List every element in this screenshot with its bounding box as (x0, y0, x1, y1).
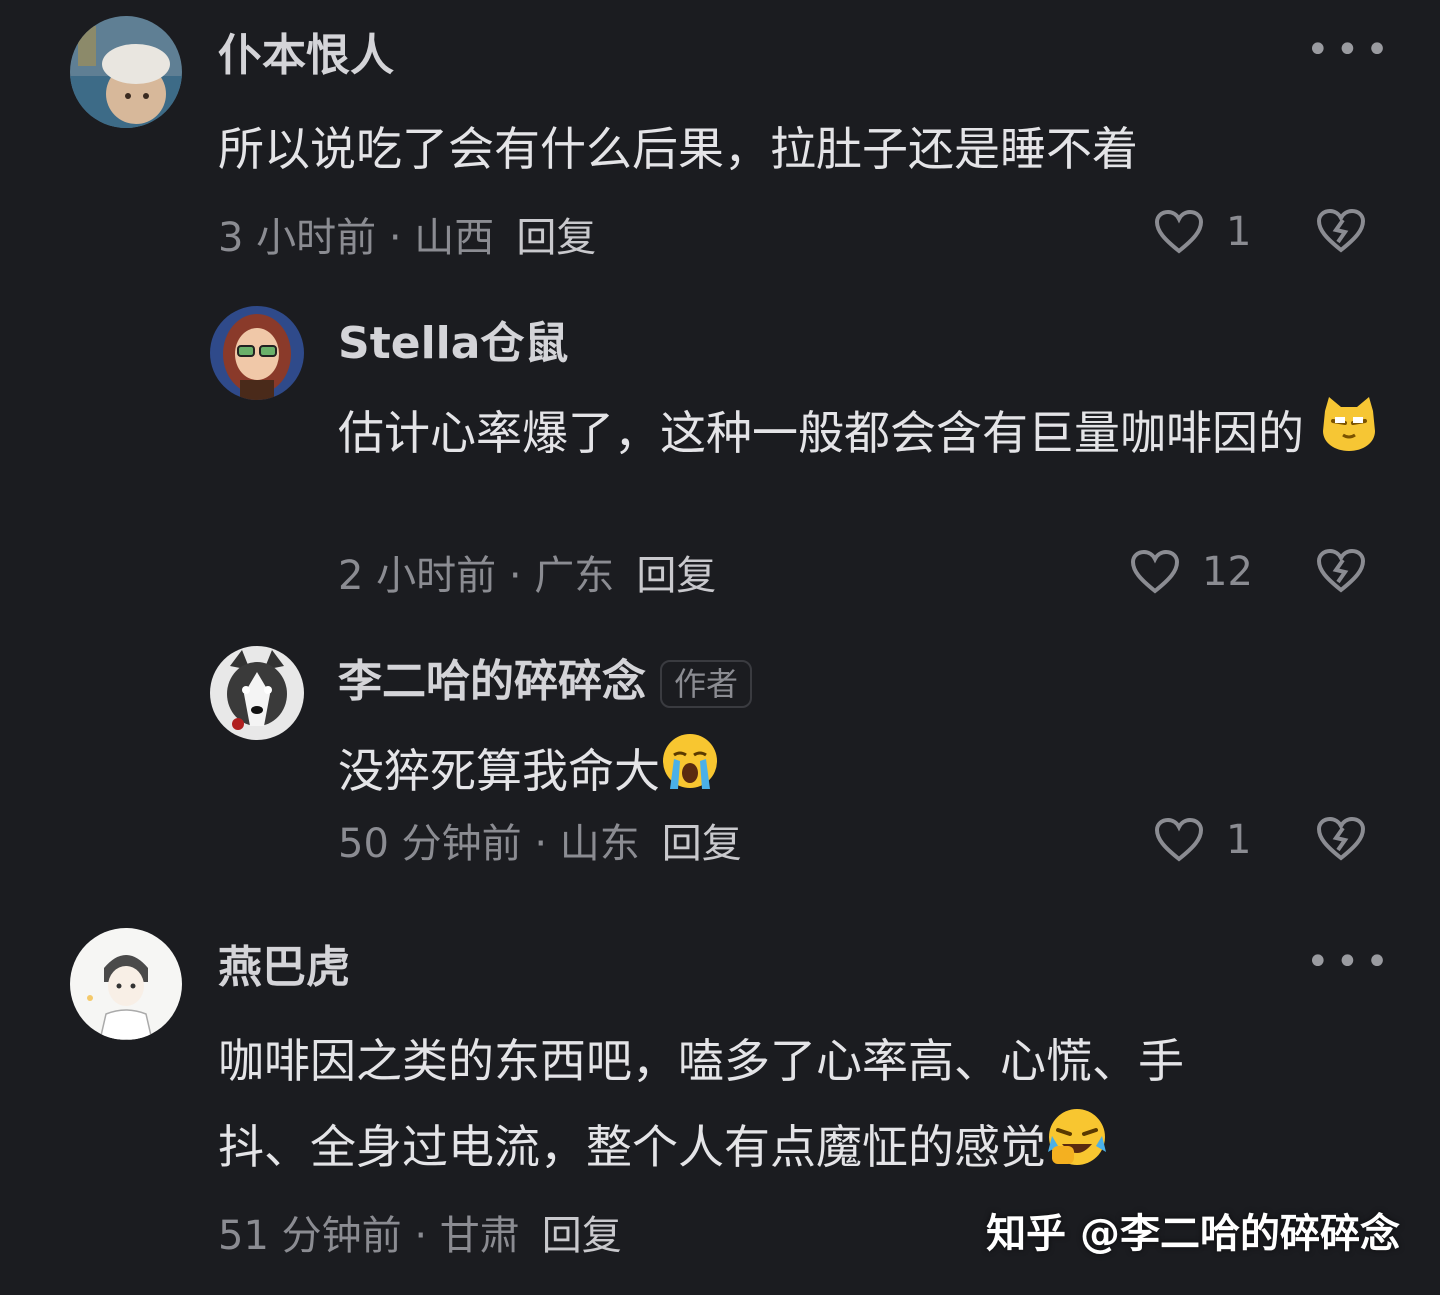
username-text: 李二哈的碎碎念 (338, 656, 646, 707)
like-button[interactable]: 12 (1130, 548, 1253, 596)
heart-icon (1154, 817, 1204, 862)
reply-button[interactable]: 回复 (516, 215, 596, 261)
more-dots-icon[interactable]: ••• (1306, 30, 1395, 70)
cat-smirk-emoji-icon (1319, 393, 1379, 480)
crying-face-emoji-icon (660, 731, 720, 818)
comment-text: 所以说吃了会有什么后果，拉肚子还是睡不着 (218, 122, 1138, 176)
like-button[interactable]: 1 (1154, 208, 1251, 256)
comment-text-line-2-body: 抖、全身过电流，整个人有点魔怔的感觉 (218, 1120, 1046, 1174)
dislike-button[interactable] (1316, 816, 1366, 866)
like-button[interactable]: 1 (1154, 816, 1251, 864)
avatar[interactable] (210, 646, 304, 740)
timestamp-location: 51 分钟前 · 甘肃 (218, 1213, 520, 1259)
dislike-button[interactable] (1316, 548, 1366, 598)
avatar[interactable] (70, 16, 182, 128)
reply-button[interactable]: 回复 (662, 821, 742, 867)
comment-text-line-2: 抖、全身过电流，整个人有点魔怔的感觉 (218, 1104, 1398, 1195)
dislike-button[interactable] (1316, 208, 1366, 258)
timestamp-location: 2 小时前 · 广东 (338, 553, 615, 599)
reply-button[interactable]: 回复 (636, 553, 716, 599)
like-count: 1 (1226, 817, 1252, 863)
laughing-tears-emoji-icon (1046, 1106, 1108, 1195)
broken-heart-icon (1316, 548, 1366, 593)
avatar[interactable] (210, 306, 304, 400)
comment-meta: 3 小时前 · 山西 回复 (218, 214, 596, 262)
broken-heart-icon (1316, 816, 1366, 861)
comment-meta: 50 分钟前 · 山东 回复 (338, 820, 742, 868)
heart-icon (1154, 209, 1204, 254)
like-count: 12 (1202, 549, 1253, 595)
avatar[interactable] (70, 928, 182, 1040)
username[interactable]: 李二哈的碎碎念 作者 (338, 656, 753, 708)
comment-text: 估计心率爆了，这种一般都会含有巨量咖啡因的 (338, 390, 1398, 480)
comment-text-body: 没猝死算我命大 (338, 744, 660, 798)
avatar-husky-image (210, 646, 304, 740)
author-badge: 作者 (660, 660, 753, 708)
comment-meta: 2 小时前 · 广东 回复 (338, 552, 716, 600)
timestamp-location: 50 分钟前 · 山东 (338, 821, 640, 867)
username[interactable]: Stella仓鼠 (338, 318, 568, 370)
broken-heart-icon (1316, 208, 1366, 253)
comment-text-body: 估计心率爆了，这种一般都会含有巨量咖啡因的 (338, 406, 1304, 460)
reply-button[interactable]: 回复 (542, 1213, 622, 1259)
comment-text-line-1: 咖啡因之类的东西吧，嗑多了心率高、心慌、手 (218, 1034, 1184, 1088)
comment-text: 没猝死算我命大 (338, 728, 720, 818)
comment-meta: 51 分钟前 · 甘肃 回复 (218, 1212, 622, 1260)
avatar-boy-image (70, 928, 182, 1040)
timestamp-location: 3 小时前 · 山西 (218, 215, 495, 261)
comment-text: 咖啡因之类的东西吧，嗑多了心率高、心慌、手 抖、全身过电流，整个人有点魔怔的感觉 (218, 1018, 1398, 1195)
like-count: 1 (1226, 209, 1252, 255)
username[interactable]: 仆本恨人 (218, 30, 394, 82)
avatar-grandma-image (70, 16, 182, 128)
heart-icon (1130, 549, 1180, 594)
more-dots-icon[interactable]: ••• (1306, 942, 1395, 982)
username[interactable]: 燕巴虎 (218, 942, 350, 994)
zhihu-watermark: 知乎 @李二哈的碎碎念 (986, 1211, 1400, 1257)
avatar-stella-image (210, 306, 304, 400)
